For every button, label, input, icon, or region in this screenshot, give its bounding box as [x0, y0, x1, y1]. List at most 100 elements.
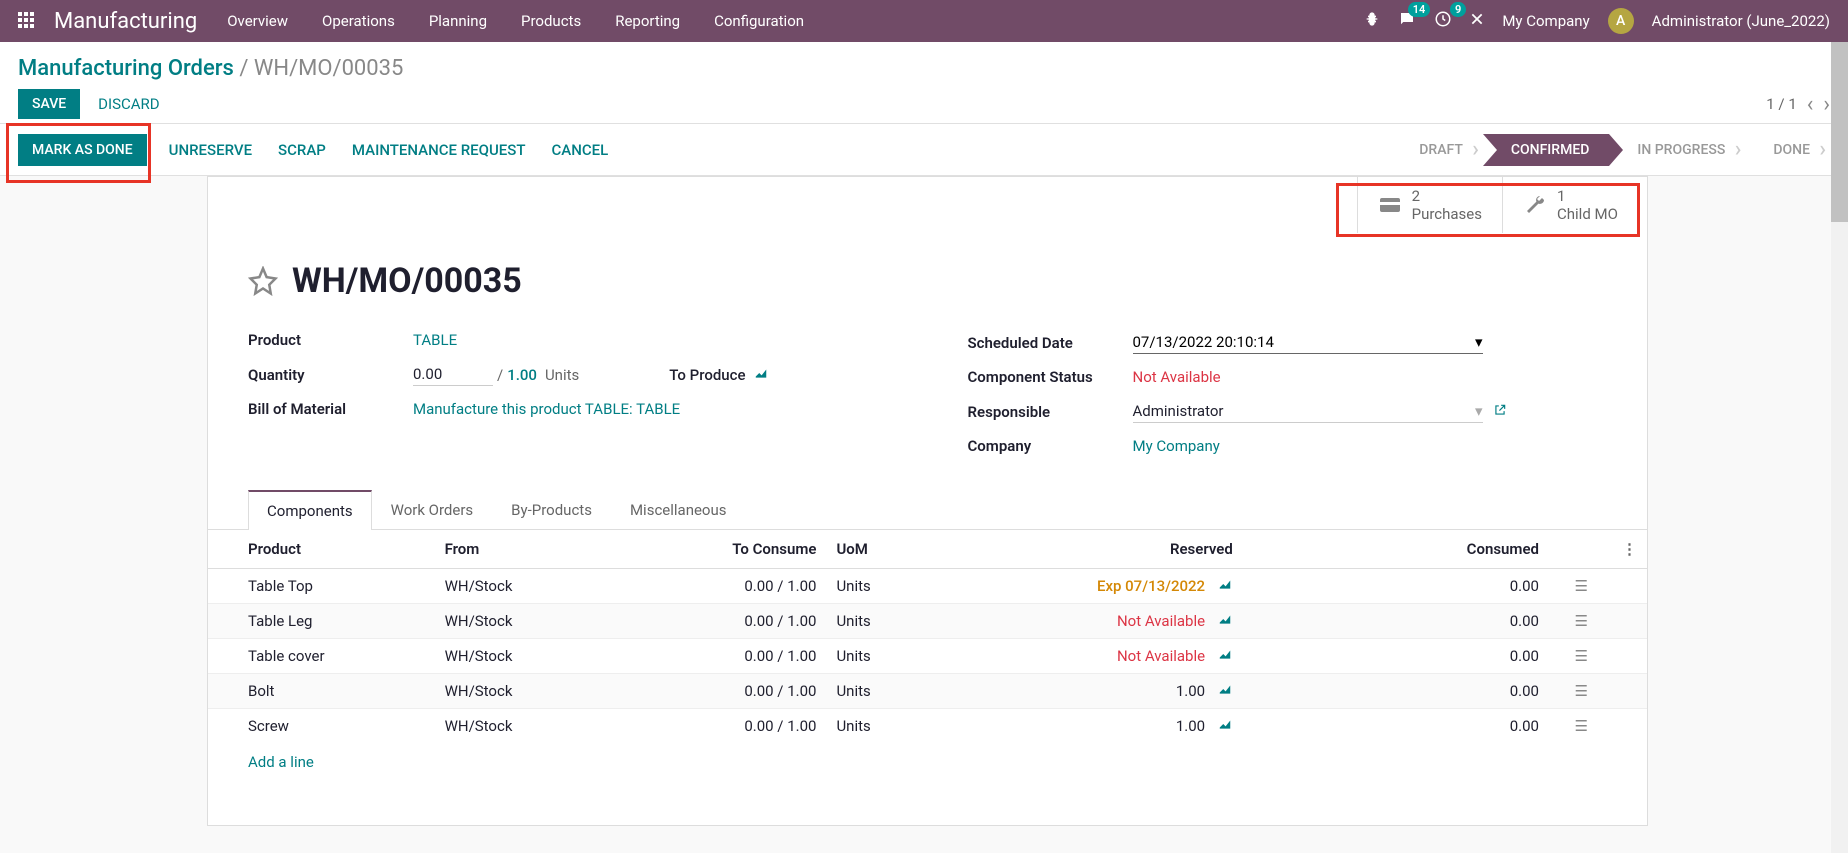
tab-miscellaneous[interactable]: Miscellaneous [611, 490, 746, 530]
tabs: Components Work Orders By-Products Misce… [208, 489, 1647, 530]
cell-reserved: Exp 07/13/2022 [973, 569, 1242, 604]
step-done[interactable]: DONE [1745, 134, 1830, 166]
detail-icon[interactable]: ☰ [1575, 647, 1588, 665]
detail-icon[interactable]: ☰ [1575, 717, 1588, 735]
maintenance-request-button[interactable]: MAINTENANCE REQUEST [352, 141, 526, 159]
menu-planning[interactable]: Planning [429, 12, 487, 30]
detail-icon[interactable]: ☰ [1575, 577, 1588, 595]
wrench-icon [1523, 193, 1547, 217]
th-consumed[interactable]: Consumed [1243, 530, 1549, 569]
cell-to-consume: 0.00 / 1.00 [679, 639, 826, 674]
bom-value[interactable]: Manufacture this product TABLE: TABLE [413, 400, 680, 418]
responsible-input[interactable]: Administrator▾ [1133, 400, 1483, 423]
user-name[interactable]: Administrator (June_2022) [1652, 12, 1830, 30]
discard-button[interactable]: DISCARD [98, 95, 159, 113]
breadcrumb-root[interactable]: Manufacturing Orders [18, 56, 234, 81]
forecast-icon[interactable] [1217, 717, 1233, 735]
forecast-icon[interactable] [1217, 612, 1233, 630]
table-row[interactable]: BoltWH/Stock0.00 / 1.00Units1.00 0.00☰ [208, 674, 1647, 709]
cell-from: WH/Stock [435, 709, 680, 744]
table-row[interactable]: Table TopWH/Stock0.00 / 1.00UnitsExp 07/… [208, 569, 1647, 604]
menu-reporting[interactable]: Reporting [615, 12, 680, 30]
activity-icon[interactable]: 9 [1434, 10, 1452, 32]
add-line-button[interactable]: Add a line [208, 743, 1647, 781]
forecast-icon[interactable] [1217, 577, 1233, 595]
pager-prev-icon[interactable]: ‹ [1807, 92, 1814, 117]
breadcrumb-sep: / [239, 56, 254, 81]
save-button[interactable]: SAVE [18, 89, 80, 119]
scrollbar-thumb[interactable] [1831, 42, 1848, 222]
company-value[interactable]: My Company [1133, 437, 1220, 455]
breadcrumb-leaf: WH/MO/00035 [254, 56, 404, 81]
quantity-uom: Units [545, 366, 579, 384]
th-uom[interactable]: UoM [826, 530, 973, 569]
cell-from: WH/Stock [435, 674, 680, 709]
component-status-value: Not Available [1133, 368, 1221, 386]
table-row[interactable]: Table coverWH/Stock0.00 / 1.00UnitsNot A… [208, 639, 1647, 674]
cell-reserved: Not Available [973, 604, 1242, 639]
step-in-progress[interactable]: IN PROGRESS [1609, 134, 1745, 166]
menu-overview[interactable]: Overview [227, 12, 288, 30]
external-link-icon[interactable] [1493, 403, 1507, 421]
cell-from: WH/Stock [435, 639, 680, 674]
unreserve-button[interactable]: UNRESERVE [169, 141, 252, 159]
th-product[interactable]: Product [208, 530, 435, 569]
detail-icon[interactable]: ☰ [1575, 612, 1588, 630]
cell-uom: Units [826, 674, 973, 709]
cell-product: Bolt [208, 674, 435, 709]
scheduled-date-input[interactable]: 07/13/2022 20:10:14▾ [1133, 331, 1483, 354]
menu-configuration[interactable]: Configuration [714, 12, 804, 30]
cancel-button[interactable]: CANCEL [552, 141, 609, 159]
tab-components[interactable]: Components [248, 490, 372, 530]
cell-to-consume: 0.00 / 1.00 [679, 674, 826, 709]
close-icon[interactable] [1470, 12, 1484, 30]
forecast-icon[interactable] [1217, 647, 1233, 665]
product-value[interactable]: TABLE [413, 331, 457, 349]
component-status-label: Component Status [968, 368, 1133, 386]
table-row[interactable]: ScrewWH/Stock0.00 / 1.00Units1.00 0.00☰ [208, 709, 1647, 744]
forecast-icon[interactable] [753, 366, 769, 384]
mark-as-done-button[interactable]: MARK AS DONE [18, 134, 147, 166]
pager-text: 1 / 1 [1766, 95, 1797, 113]
company-label: Company [968, 437, 1133, 455]
th-to-consume[interactable]: To Consume [679, 530, 826, 569]
product-label: Product [248, 331, 413, 349]
cell-product: Table Top [208, 569, 435, 604]
forecast-icon[interactable] [1217, 682, 1233, 700]
cell-uom: Units [826, 569, 973, 604]
star-icon[interactable] [248, 266, 278, 296]
stat-purchases-count: 2 [1412, 187, 1482, 205]
app-brand[interactable]: Manufacturing [54, 9, 197, 34]
tab-by-products[interactable]: By-Products [492, 490, 611, 530]
scrollbar[interactable] [1831, 42, 1848, 853]
stat-child-mo[interactable]: 1Child MO [1502, 177, 1647, 233]
cell-consumed: 0.00 [1243, 709, 1549, 744]
chat-icon[interactable]: 14 [1398, 10, 1416, 32]
scrap-button[interactable]: SCRAP [278, 141, 326, 159]
cell-consumed: 0.00 [1243, 639, 1549, 674]
cell-product: Table cover [208, 639, 435, 674]
cell-to-consume: 0.00 / 1.00 [679, 709, 826, 744]
step-confirmed[interactable]: CONFIRMED [1483, 134, 1610, 166]
quantity-input[interactable] [413, 363, 493, 386]
step-draft[interactable]: DRAFT [1391, 134, 1483, 166]
bug-icon[interactable] [1364, 11, 1380, 31]
stat-purchases[interactable]: 2Purchases [1357, 177, 1502, 233]
stat-child-label: Child MO [1557, 205, 1618, 223]
cell-from: WH/Stock [435, 569, 680, 604]
table-row[interactable]: Table LegWH/Stock0.00 / 1.00UnitsNot Ava… [208, 604, 1647, 639]
company-selector[interactable]: My Company [1502, 12, 1589, 30]
responsible-label: Responsible [968, 403, 1133, 421]
apps-icon[interactable] [18, 12, 36, 30]
menu-operations[interactable]: Operations [322, 12, 395, 30]
avatar[interactable]: A [1608, 8, 1634, 34]
th-from[interactable]: From [435, 530, 680, 569]
menu-products[interactable]: Products [521, 12, 581, 30]
cell-product: Screw [208, 709, 435, 744]
tab-work-orders[interactable]: Work Orders [372, 490, 493, 530]
chevron-down-icon: ▾ [1475, 333, 1483, 351]
pager-next-icon[interactable]: › [1823, 92, 1830, 117]
detail-icon[interactable]: ☰ [1575, 682, 1588, 700]
th-reserved[interactable]: Reserved [973, 530, 1242, 569]
kebab-icon[interactable]: ⋮ [1622, 540, 1637, 558]
